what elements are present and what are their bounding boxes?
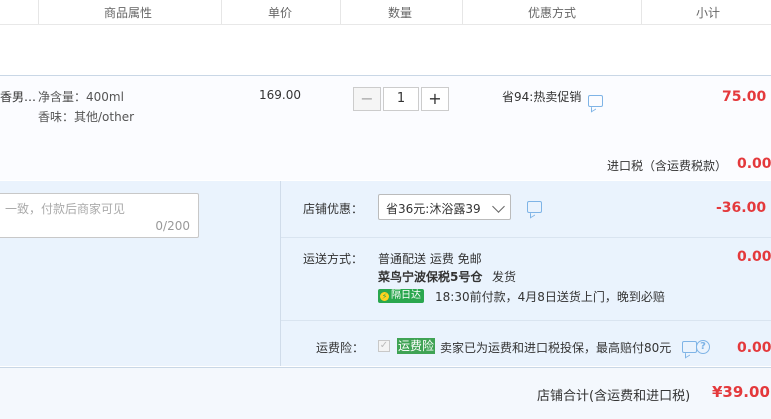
next-day-badge-text: 隔日达 — [391, 290, 421, 301]
chat-icon[interactable] — [682, 341, 697, 353]
store-discount-selected: 省36元:沐浴露39 — [386, 202, 481, 216]
shipping-warehouse: 菜鸟宁波保税5号仓 — [378, 270, 483, 284]
shipping-schedule: 18:30前付款，4月8日送货上门，晚到必赔 — [435, 290, 665, 304]
header-divider — [38, 0, 39, 24]
item-unit-price: 169.00 — [259, 88, 301, 102]
chat-icon[interactable] — [588, 95, 603, 107]
store-discount-label: 店铺优惠： — [303, 202, 364, 216]
header-subtotal: 小计 — [696, 6, 721, 20]
help-icon[interactable]: ? — [696, 340, 710, 354]
item-attr-volume: 净含量：400ml — [38, 90, 124, 104]
import-tax-value: 0.00 — [737, 156, 771, 172]
store-discount-value: -36.00 — [716, 200, 767, 216]
shipping-ship-note: 发货 — [492, 270, 517, 284]
insurance-label: 运费险： — [316, 341, 365, 355]
item-subtotal: 75.00 — [722, 89, 767, 105]
header-unit-price: 单价 — [268, 6, 293, 20]
cart-header: 商品属性 单价 数量 优惠方式 小计 — [0, 0, 771, 25]
buyer-message-placeholder: 一致，付款后商家可见 — [5, 202, 126, 216]
store-total-label: 店铺合计(含运费和进口税) — [537, 389, 691, 404]
item-name-fragment[interactable]: 香男… — [0, 88, 36, 105]
insurance-checkbox[interactable]: ✓ — [378, 340, 390, 352]
shipping-value: 0.00 — [737, 249, 771, 265]
chat-icon[interactable] — [527, 201, 542, 213]
header-divider — [340, 0, 341, 24]
header-attributes: 商品属性 — [104, 6, 153, 20]
buyer-message-counter: 0/200 — [155, 219, 190, 233]
header-divider — [221, 0, 222, 24]
header-divider — [641, 0, 642, 24]
import-tax-label: 进口税（含运费税款） — [607, 159, 728, 173]
item-promo: 省94:热卖促销 — [502, 90, 582, 104]
lightning-icon: ⚡ — [380, 292, 389, 301]
header-divider — [462, 0, 463, 24]
shipping-label: 运送方式： — [303, 252, 364, 266]
shipping-method: 普通配送 运费 免邮 — [378, 252, 482, 266]
item-attr-scent: 香味：其他/other — [38, 110, 135, 124]
row-divider — [281, 320, 771, 321]
store-discount-select[interactable]: 省36元:沐浴露39 — [378, 194, 511, 220]
header-discount: 优惠方式 — [528, 6, 577, 20]
header-quantity: 数量 — [388, 6, 413, 20]
row-divider — [281, 237, 771, 238]
panel-divider — [280, 181, 281, 366]
next-day-badge: ⚡ 隔日达 — [378, 289, 424, 303]
insurance-text: 卖家已为运费和进口税投保，最高赔付80元 — [440, 341, 672, 355]
insurance-value: 0.00 — [737, 340, 771, 356]
quantity-increase-button[interactable]: + — [421, 87, 449, 111]
quantity-decrease-button[interactable]: − — [353, 87, 381, 111]
store-total-value: ¥39.00 — [712, 383, 770, 401]
quantity-input[interactable]: 1 — [383, 87, 419, 111]
blank-spacer — [0, 25, 771, 76]
insurance-badge: 运费险 — [397, 338, 435, 354]
buyer-message-input[interactable]: 一致，付款后商家可见 0/200 — [0, 193, 199, 238]
chevron-down-icon — [492, 200, 505, 213]
